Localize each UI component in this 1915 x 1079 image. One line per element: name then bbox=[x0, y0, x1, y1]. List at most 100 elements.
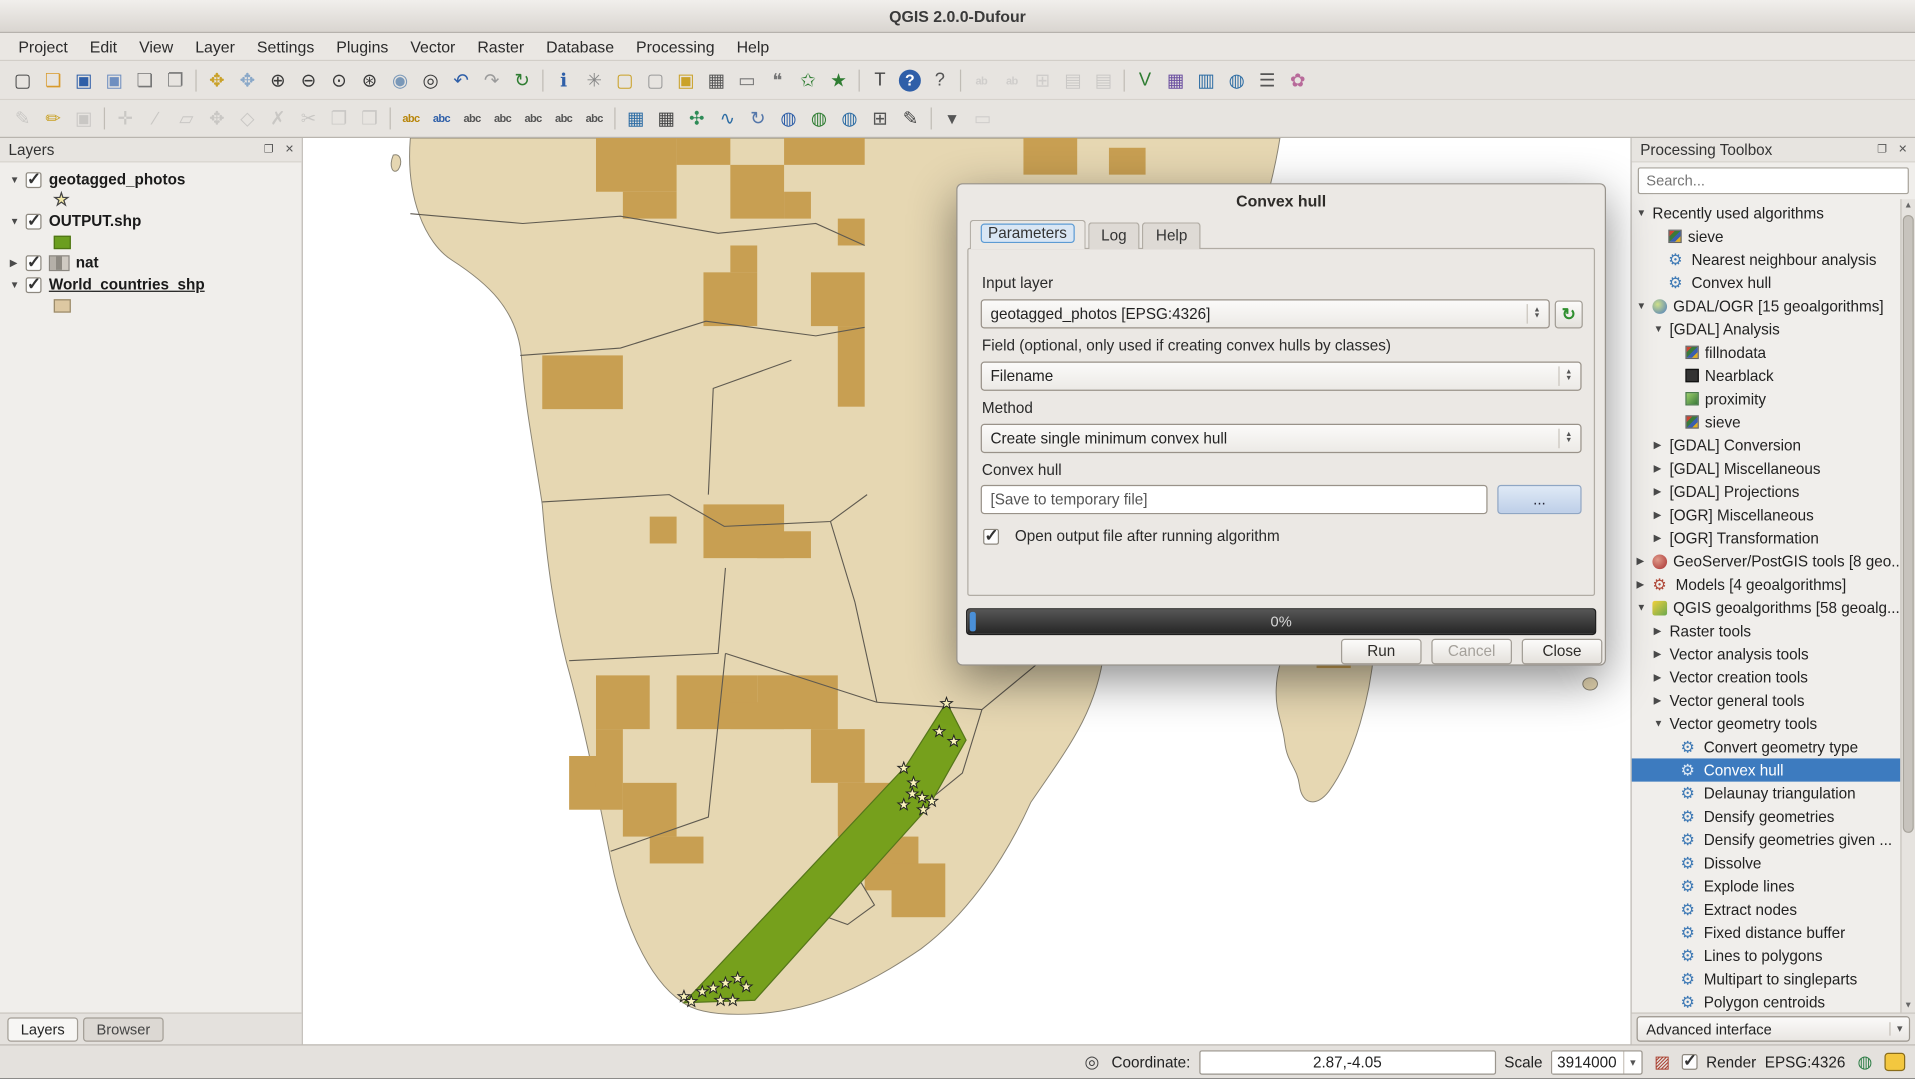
separator[interactable] bbox=[1119, 67, 1130, 94]
label-rotate-icon[interactable]: abc bbox=[487, 104, 518, 133]
help-icon[interactable]: ? bbox=[899, 69, 921, 91]
toolbox-search-input[interactable] bbox=[1638, 167, 1909, 194]
expander-icon[interactable]: ▼ bbox=[1654, 718, 1670, 729]
save-edits-icon[interactable]: ▣ bbox=[68, 104, 99, 133]
dialog-tab[interactable]: Help bbox=[1142, 222, 1200, 249]
current-extents-icon[interactable]: ◎ bbox=[1081, 1051, 1103, 1073]
expander-icon[interactable]: ▶ bbox=[1654, 649, 1670, 660]
toolbox-tree-row[interactable]: ▶ Vector creation tools bbox=[1632, 666, 1901, 689]
layer-row[interactable]: ▼ OUTPUT.shp bbox=[0, 210, 302, 232]
menu-item[interactable]: Vector bbox=[399, 35, 466, 58]
expander-icon[interactable]: ▼ bbox=[1637, 208, 1653, 219]
separator[interactable] bbox=[955, 67, 966, 94]
expander-icon[interactable]: ▼ bbox=[10, 216, 26, 227]
toolbox-tree-row[interactable]: ▶ [GDAL] Conversion bbox=[1632, 434, 1901, 457]
menu-item[interactable]: Layer bbox=[184, 35, 246, 58]
spinner-arrows-icon[interactable] bbox=[1558, 366, 1578, 386]
expander-icon[interactable]: ▶ bbox=[1637, 556, 1653, 567]
new-project-icon[interactable]: ▢ bbox=[7, 65, 38, 94]
web-plugin3-icon[interactable]: ◍ bbox=[834, 104, 865, 133]
identify-icon[interactable]: ℹ bbox=[548, 65, 579, 94]
expander-icon[interactable]: ▶ bbox=[1654, 463, 1670, 474]
crs-label[interactable]: EPSG:4326 bbox=[1765, 1053, 1846, 1070]
menu-item[interactable]: Edit bbox=[79, 35, 128, 58]
expander-icon[interactable]: ▶ bbox=[1654, 440, 1670, 451]
toolbox-tree-row[interactable]: Delaunay triangulation bbox=[1632, 782, 1901, 805]
toolbox-tree-row[interactable]: Multipart to singleparts bbox=[1632, 967, 1901, 990]
toolbox-tree-row[interactable]: Lines to polygons bbox=[1632, 944, 1901, 967]
layer-row[interactable]: ▼ geotagged_photos bbox=[0, 169, 302, 191]
toolbox-tree-row[interactable]: Nearest neighbour analysis bbox=[1632, 248, 1901, 271]
label-pin2-icon[interactable]: abc bbox=[548, 104, 579, 133]
layer-visibility-checkbox[interactable] bbox=[26, 213, 42, 229]
zoom-out-icon[interactable]: ⊖ bbox=[293, 65, 324, 94]
diagram-icon[interactable]: ⊞ bbox=[1027, 65, 1058, 94]
expander-icon[interactable]: ▶ bbox=[1654, 672, 1670, 683]
toolbox-tree-row[interactable]: ▼ [GDAL] Analysis bbox=[1632, 318, 1901, 341]
deselect-features-icon[interactable]: ▢ bbox=[640, 65, 671, 94]
new-bookmark-icon[interactable]: ✩ bbox=[793, 65, 824, 94]
toolbox-tree-row[interactable]: Densify geometries bbox=[1632, 805, 1901, 828]
toolbox-tree-row[interactable]: fillnodata bbox=[1632, 341, 1901, 364]
add-postgis-layer-icon[interactable]: ▥ bbox=[1191, 65, 1222, 94]
toolbox-tree-row[interactable]: Nearblack bbox=[1632, 364, 1901, 387]
close-panel-icon[interactable] bbox=[282, 143, 297, 156]
separator[interactable] bbox=[926, 105, 937, 132]
separator[interactable] bbox=[609, 105, 620, 132]
scale-select[interactable] bbox=[1551, 1050, 1643, 1074]
expander-icon[interactable]: ▶ bbox=[1637, 579, 1653, 590]
expander-icon[interactable]: ▼ bbox=[10, 174, 26, 185]
interpolation-icon[interactable]: ∿ bbox=[712, 104, 743, 133]
zoom-full-icon[interactable]: ⊛ bbox=[354, 65, 385, 94]
node-tool-icon[interactable]: ◇ bbox=[232, 104, 263, 133]
menu-item[interactable]: Plugins bbox=[325, 35, 399, 58]
run-button[interactable]: Run bbox=[1341, 639, 1422, 665]
expander-icon[interactable]: ▶ bbox=[1654, 509, 1670, 520]
spinner-arrows-icon[interactable] bbox=[1558, 429, 1578, 449]
menu-item[interactable]: Raster bbox=[466, 35, 535, 58]
measure-icon[interactable]: ▭ bbox=[732, 65, 763, 94]
labeling-icon[interactable]: ab bbox=[966, 65, 997, 94]
add-wms-layer-icon[interactable]: ◍ bbox=[1221, 65, 1252, 94]
menu-item[interactable]: Settings bbox=[246, 35, 325, 58]
pinwheel-icon[interactable]: ✣ bbox=[681, 104, 712, 133]
run-feature-action-icon[interactable]: ✳ bbox=[579, 65, 610, 94]
browse-button[interactable]: ... bbox=[1497, 485, 1581, 514]
pan-to-selection-icon[interactable]: ✥ bbox=[232, 65, 263, 94]
crs-status-icon[interactable]: ◍ bbox=[1854, 1051, 1876, 1073]
toolbox-tree-row[interactable]: ▶ Models [4 geoalgorithms] bbox=[1632, 573, 1901, 596]
toolbox-tree-row[interactable]: ▶ Vector general tools bbox=[1632, 689, 1901, 712]
field-select[interactable]: Filename bbox=[981, 362, 1582, 391]
close-panel-icon[interactable] bbox=[1895, 143, 1910, 156]
toolbox-tree-row[interactable]: ▶ [GDAL] Projections bbox=[1632, 480, 1901, 503]
expander-icon[interactable]: ▶ bbox=[1654, 532, 1670, 543]
copy-features-icon[interactable]: ❐ bbox=[324, 104, 355, 133]
toolbox-tree-row[interactable]: Polygon centroids bbox=[1632, 990, 1901, 1012]
vector-checker-icon[interactable]: ▦ bbox=[620, 104, 651, 133]
toolbox-tree-row[interactable]: sieve bbox=[1632, 225, 1901, 248]
scrollbar-thumb[interactable] bbox=[1903, 215, 1914, 833]
scroll-down-icon[interactable] bbox=[1902, 999, 1915, 1012]
toolbox-tree-row[interactable]: ▶ Raster tools bbox=[1632, 619, 1901, 642]
add-vector-layer-icon[interactable]: V bbox=[1130, 65, 1161, 94]
separator[interactable] bbox=[537, 67, 548, 94]
dialog-tab[interactable]: Parameters bbox=[970, 220, 1086, 249]
expander-icon[interactable]: ▶ bbox=[1654, 486, 1670, 497]
expander-icon[interactable]: ▼ bbox=[1637, 602, 1653, 613]
zoom-last-icon[interactable]: ↶ bbox=[446, 65, 477, 94]
float-panel-icon[interactable] bbox=[261, 143, 276, 156]
tab-browser[interactable]: Browser bbox=[83, 1017, 164, 1041]
layer-visibility-checkbox[interactable] bbox=[26, 172, 42, 188]
toolbox-tree-row[interactable]: proximity bbox=[1632, 387, 1901, 410]
capture-polygon-icon[interactable]: ▱ bbox=[171, 104, 202, 133]
new-composer-icon[interactable]: ❏ bbox=[129, 65, 160, 94]
label-pin-icon[interactable]: abc bbox=[396, 104, 427, 133]
layer-row[interactable] bbox=[0, 191, 302, 211]
move-feature-icon[interactable]: ✥ bbox=[202, 104, 233, 133]
open-project-icon[interactable]: ❏ bbox=[38, 65, 69, 94]
toolbox-tree-row[interactable]: ▼ GDAL/OGR [15 geoalgorithms] bbox=[1632, 294, 1901, 317]
menu-item[interactable]: Processing bbox=[625, 35, 726, 58]
label-move-icon[interactable]: abc bbox=[457, 104, 488, 133]
add-csv-layer-icon[interactable]: ☰ bbox=[1252, 65, 1283, 94]
select-by-expression-icon[interactable]: ▣ bbox=[670, 65, 701, 94]
